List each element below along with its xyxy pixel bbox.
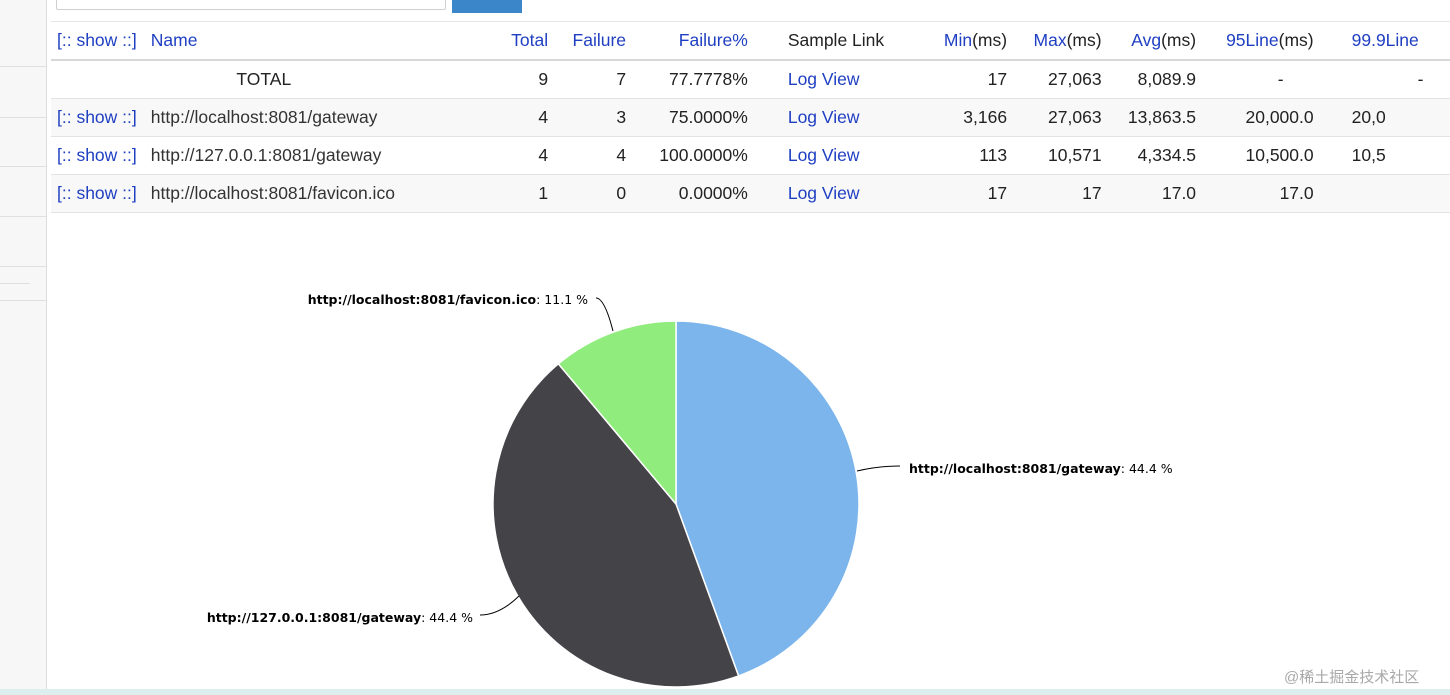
pie-data-label: http://localhost:8081/favicon.ico: 11.1 …	[308, 292, 588, 307]
pie-data-label: http://localhost:8081/gateway: 44.4 %	[909, 461, 1173, 476]
header-show-link[interactable]: [:: show ::]	[51, 22, 151, 61]
sidebar-divider	[0, 66, 46, 67]
total-label: TOTAL	[236, 69, 292, 89]
cell-failure: 0	[616, 183, 627, 203]
cell-total: 4	[538, 107, 549, 127]
cell-failure: 4	[616, 145, 627, 165]
cell-show[interactable]: [:: show ::]	[51, 137, 151, 175]
cell-max: 10,571	[1048, 145, 1102, 165]
cell-show[interactable]: [:: show ::]	[51, 175, 151, 213]
cell-avg: 17.0	[1161, 183, 1197, 203]
header-failure[interactable]: Failure	[548, 22, 627, 61]
cell-total: 1	[538, 183, 549, 203]
pie-connector-line	[595, 297, 614, 332]
cell-95line: 17.0	[1279, 183, 1314, 203]
pie-connector-line	[856, 465, 901, 472]
sidebar-divider	[0, 283, 30, 284]
log-view-link[interactable]: Log View	[788, 69, 860, 89]
cell-95line: 20,000.0	[1245, 107, 1314, 127]
cell-min: 3,166	[963, 107, 1008, 127]
cell-show[interactable]: [:: show ::]	[51, 99, 151, 137]
header-name[interactable]: Name	[151, 22, 477, 61]
cell-sample-link[interactable]: Log View	[748, 99, 918, 137]
cell-failure-pct: 75.0000%	[669, 107, 748, 127]
header-95line[interactable]: 95Line(ms)	[1196, 22, 1314, 61]
cell-min: 17	[987, 183, 1008, 203]
cell-999line: -	[1417, 69, 1424, 89]
cell-sample-link[interactable]: Log View	[748, 60, 918, 99]
table-row: [:: show ::] http://localhost:8081/gatew…	[51, 98, 1450, 137]
cell-max: 17	[1082, 183, 1102, 203]
cell-avg: 13,863.5	[1127, 107, 1197, 127]
cell-sample-link[interactable]: Log View	[748, 137, 918, 175]
log-view-link[interactable]: Log View	[788, 183, 860, 203]
cell-999line	[1314, 175, 1450, 213]
filter-button[interactable]	[452, 0, 522, 13]
left-sidebar	[0, 0, 47, 690]
cell-avg: 8,089.9	[1137, 69, 1197, 89]
cell-failure-pct: 77.7778%	[669, 69, 748, 89]
sidebar-divider	[0, 300, 46, 301]
show-link[interactable]: [:: show ::]	[51, 107, 151, 127]
header-total[interactable]: Total	[477, 22, 548, 61]
cell-failure-pct: 0.0000%	[678, 183, 748, 203]
cell-failure: 7	[616, 69, 627, 89]
log-view-link[interactable]: Log View	[788, 145, 860, 165]
sidebar-divider	[0, 166, 46, 167]
cell-failure: 3	[616, 107, 627, 127]
cell-name: http://localhost:8081/gateway	[150, 107, 378, 127]
cell-failure-pct: 100.0000%	[659, 145, 748, 165]
pie-connector-line	[479, 595, 520, 616]
header-sample-link: Sample Link	[787, 30, 885, 50]
header-failure-pct[interactable]: Failure%	[626, 22, 748, 61]
cell-total: 4	[538, 145, 549, 165]
pie-slice[interactable]	[492, 362, 740, 688]
header-min[interactable]: Min(ms)	[918, 22, 1007, 61]
table-row: [:: show ::] http://localhost:8081/favic…	[51, 174, 1450, 213]
header-999line[interactable]: 99.9Line	[1314, 22, 1450, 61]
pie-slice[interactable]	[557, 320, 677, 507]
show-link[interactable]: [:: show ::]	[51, 183, 151, 203]
sidebar-divider	[0, 266, 46, 267]
cell-999line: 10,5	[1351, 145, 1386, 165]
cell-total: 9	[538, 69, 549, 89]
sidebar-divider	[0, 117, 46, 118]
table-header-row: [:: show ::] Name Total Failure Failure%…	[51, 21, 1450, 61]
filter-input[interactable]	[56, 0, 446, 10]
cell-min: 17	[987, 69, 1008, 89]
cell-max: 27,063	[1048, 107, 1102, 127]
header-max[interactable]: Max(ms)	[1007, 22, 1102, 61]
cell-95line: 10,500.0	[1245, 145, 1314, 165]
cell-min: 113	[979, 145, 1008, 165]
cell-avg: 4,334.5	[1137, 145, 1197, 165]
pie-data-label: http://127.0.0.1:8081/gateway: 44.4 %	[207, 610, 473, 625]
cell-max: 27,063	[1048, 69, 1102, 89]
log-view-link[interactable]: Log View	[788, 107, 860, 127]
cell-95line: -	[1277, 69, 1284, 89]
cell-999line: 20,0	[1351, 107, 1386, 127]
show-link[interactable]: [:: show ::]	[51, 145, 151, 165]
cell-name: http://localhost:8081/favicon.ico	[150, 183, 395, 203]
table-row-total: TOTAL 9 7 77.7778% Log View 17 27,063 8,…	[51, 60, 1450, 99]
cell-name: http://127.0.0.1:8081/gateway	[150, 145, 382, 165]
watermark: @稀土掘金技术社区	[1284, 669, 1420, 686]
sidebar-divider	[0, 216, 46, 217]
transaction-report-table: [:: show ::] Name Total Failure Failure%…	[51, 21, 1450, 213]
cell-sample-link[interactable]: Log View	[748, 175, 918, 213]
bottom-bar	[0, 689, 1450, 695]
pie-slice[interactable]	[675, 320, 860, 677]
header-avg[interactable]: Avg(ms)	[1102, 22, 1196, 61]
table-row: [:: show ::] http://127.0.0.1:8081/gatew…	[51, 137, 1450, 175]
